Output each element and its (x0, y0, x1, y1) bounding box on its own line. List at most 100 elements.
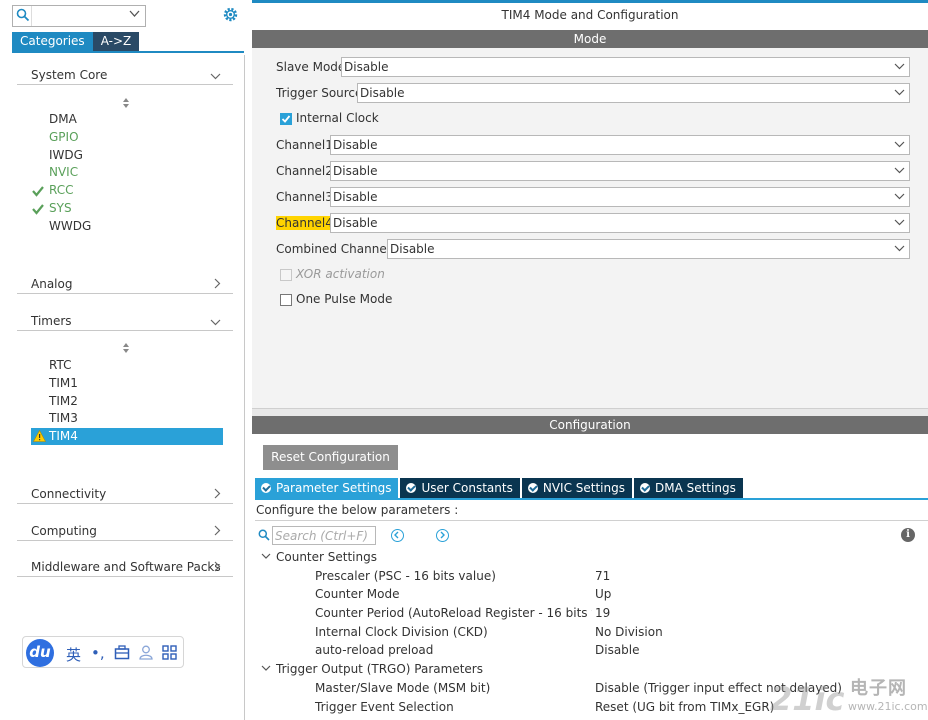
list-item-tim1[interactable]: TIM1 (49, 375, 78, 392)
list-item-dma[interactable]: DMA (49, 111, 77, 128)
check-icon (281, 115, 291, 123)
ime-toolbar[interactable]: du 英 •, (22, 636, 184, 668)
param-name[interactable]: Internal Clock Division (CKD) (315, 625, 488, 639)
punctuation-icon[interactable]: •, (91, 644, 105, 662)
arrow-right-icon (440, 531, 445, 539)
param-name[interactable]: Prescaler (PSC - 16 bits value) (315, 569, 496, 583)
param-name[interactable]: Trigger Event Selection (315, 700, 454, 714)
list-item-gpio[interactable]: GPIO (49, 129, 79, 146)
chevron-right-icon (214, 488, 221, 499)
search-prev-button[interactable] (391, 529, 404, 542)
user-icon[interactable] (139, 645, 153, 660)
grid-menu-icon[interactable] (162, 645, 177, 660)
tab-a-z[interactable]: A->Z (92, 32, 140, 51)
param-name[interactable]: auto-reload preload (315, 643, 433, 657)
configure-label: Configure the below parameters : (256, 503, 459, 517)
left-panel: Categories A->Z System Core DMA GPIO IWD… (0, 0, 245, 720)
param-value[interactable]: 71 (595, 569, 610, 583)
tab-underline (12, 51, 244, 53)
list-item-wwdg[interactable]: WWDG (49, 218, 91, 235)
category-search-box[interactable] (12, 5, 146, 27)
param-name[interactable]: Counter Period (AutoReload Register - 16… (315, 606, 592, 620)
channel1-select[interactable]: Disable (330, 135, 910, 155)
reset-configuration-button[interactable]: Reset Configuration (263, 445, 398, 470)
chevron-down-icon (210, 319, 221, 326)
sort-icon[interactable] (122, 98, 130, 108)
check-icon (32, 204, 44, 215)
select-value: Disable (344, 60, 389, 74)
category-analog[interactable]: Analog (17, 274, 233, 294)
parameter-search-input[interactable]: Search (Ctrl+F) (272, 526, 376, 545)
chevron-down-icon (894, 63, 905, 70)
chevron-down-icon (894, 167, 905, 174)
tab-user-constants[interactable]: User Constants (400, 478, 520, 498)
chevron-down-icon (894, 245, 905, 252)
sort-icon[interactable] (122, 343, 130, 353)
category-middleware[interactable]: Middleware and Software Packs (17, 557, 233, 577)
combined-channels-select[interactable]: Disable (387, 239, 910, 259)
divider (255, 520, 928, 521)
tab-parameter-settings[interactable]: Parameter Settings (255, 478, 399, 498)
channel4-label: Channel4 (276, 216, 333, 230)
ime-language-toggle[interactable]: 英 (66, 644, 81, 665)
tab-nvic-settings[interactable]: NVIC Settings (521, 478, 632, 498)
list-item-tim2[interactable]: TIM2 (49, 393, 78, 410)
internal-clock-checkbox[interactable] (280, 113, 292, 125)
group-trigger-output[interactable]: Trigger Output (TRGO) Parameters (276, 662, 483, 676)
ime-logo[interactable]: du (26, 639, 54, 667)
chevron-down-icon (894, 89, 905, 96)
param-value[interactable]: Up (595, 587, 611, 601)
configuration-tabs: Parameter Settings User Constants NVIC S… (255, 478, 745, 498)
trigger-source-select[interactable]: Disable (357, 83, 910, 103)
select-value: Disable (333, 138, 378, 152)
channel2-select[interactable]: Disable (330, 161, 910, 181)
channel1-label: Channel1 (276, 138, 333, 152)
toolbox-icon[interactable] (114, 645, 130, 660)
combined-channels-label: Combined Channels (276, 242, 397, 256)
list-item-tim4[interactable]: TIM4 (31, 428, 223, 445)
chevron-down-icon[interactable] (261, 553, 271, 560)
mode-section: Slave Mode Disable Trigger Source Disabl… (252, 48, 928, 408)
trigger-source-label: Trigger Source (276, 86, 363, 100)
channel4-select[interactable]: Disable (330, 213, 910, 233)
category-timers[interactable]: Timers (17, 311, 233, 331)
info-icon[interactable]: i (901, 528, 915, 542)
category-connectivity[interactable]: Connectivity (17, 484, 233, 504)
param-value[interactable]: Disable (595, 643, 640, 657)
param-value[interactable]: Reset (UG bit from TIMx_EGR) (595, 700, 774, 714)
tab-categories[interactable]: Categories (12, 32, 93, 51)
search-next-button[interactable] (436, 529, 449, 542)
panel-splitter[interactable] (252, 408, 928, 416)
param-name[interactable]: Counter Mode (315, 587, 399, 601)
right-panel: TIM4 Mode and Configuration Mode Slave M… (252, 0, 928, 720)
list-item-rcc[interactable]: RCC (49, 182, 74, 199)
channel2-label: Channel2 (276, 164, 333, 178)
category-system-core[interactable]: System Core (17, 65, 233, 85)
slave-mode-select[interactable]: Disable (341, 57, 910, 77)
group-counter-settings[interactable]: Counter Settings (276, 550, 377, 564)
list-item-rtc[interactable]: RTC (49, 357, 71, 374)
one-pulse-mode-checkbox[interactable] (280, 294, 292, 306)
param-value[interactable]: No Division (595, 625, 663, 639)
tab-dma-settings[interactable]: DMA Settings (633, 478, 743, 498)
search-dropdown[interactable] (31, 6, 145, 26)
list-item-sys[interactable]: SYS (49, 200, 72, 217)
chevron-down-icon[interactable] (261, 665, 271, 672)
check-circle-icon (527, 483, 538, 493)
param-value[interactable]: 19 (595, 606, 610, 620)
slave-mode-label: Slave Mode (276, 60, 346, 74)
select-value: Disable (360, 86, 405, 100)
channel3-select[interactable]: Disable (330, 187, 910, 207)
gear-icon[interactable] (222, 6, 239, 23)
category-tabs: Categories A->Z (12, 32, 140, 51)
list-item-nvic[interactable]: NVIC (49, 164, 78, 181)
list-item-tim3[interactable]: TIM3 (49, 410, 78, 427)
list-item-iwdg[interactable]: IWDG (49, 147, 83, 164)
page-title: TIM4 Mode and Configuration (501, 8, 679, 22)
xor-activation-checkbox[interactable] (280, 269, 292, 281)
warning-icon (33, 430, 46, 442)
category-computing[interactable]: Computing (17, 521, 233, 541)
tab-label: NVIC Settings (542, 481, 625, 495)
select-value: Disable (333, 164, 378, 178)
param-name[interactable]: Master/Slave Mode (MSM bit) (315, 681, 490, 695)
